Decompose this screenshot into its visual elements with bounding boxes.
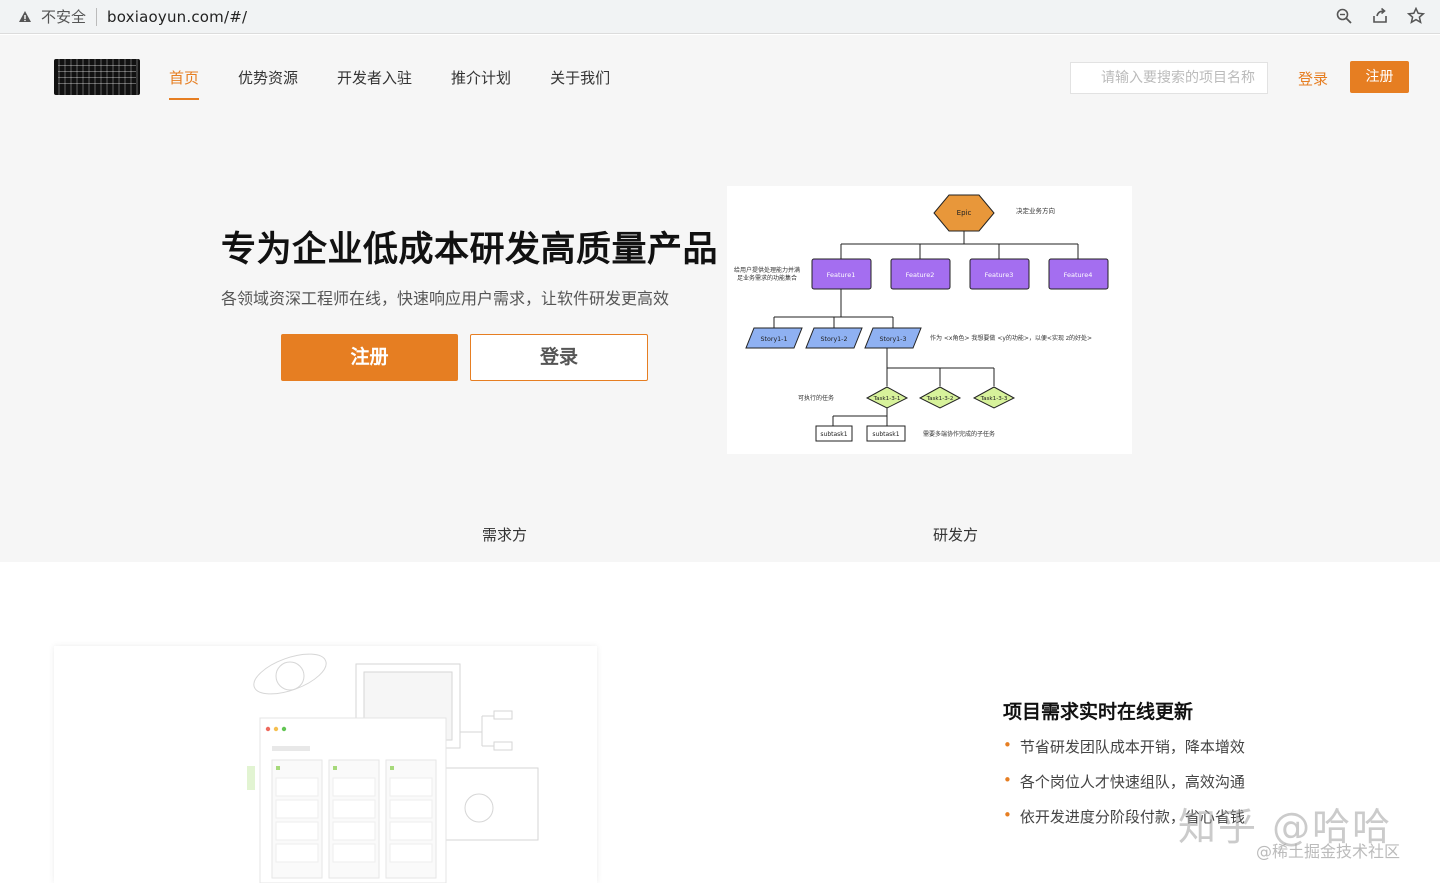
story-label-3: Story1-3 [880,336,907,343]
zoom-icon[interactable] [1334,6,1354,26]
url-divider [96,7,98,26]
nav-item-resources[interactable]: 优势资源 [238,67,298,100]
register-button-header[interactable]: 注册 [1350,61,1409,93]
hero-login-button[interactable]: 登录 [470,334,648,381]
feature-point: • 节省研发团队成本开销，降本增效 [1003,736,1245,771]
hero-register-button[interactable]: 注册 [281,334,458,381]
browser-address-bar: 不安全 boxiaoyun.com/#/ [0,0,1440,34]
nav-item-home[interactable]: 首页 [169,67,200,100]
feature-label-3: Feature3 [985,271,1014,279]
hero-title: 专为企业低成本研发高质量产品 [221,230,719,270]
feature-point-text: 各个岗位人才快速组队，高效沟通 [1019,773,1245,791]
feature-label-2: Feature2 [906,271,935,279]
tab-demand-side[interactable]: 需求方 [482,524,527,545]
watermark-sub: @稀土掘金技术社区 [1256,842,1401,861]
share-icon[interactable] [1370,6,1390,26]
bookmark-star-icon[interactable] [1406,6,1426,26]
login-link[interactable]: 登录 [1298,68,1328,89]
feature-note-line-2: 足业务需求的功能集合 [737,274,797,282]
subtask-label-2: subtask1 [872,431,899,438]
story-label-2: Story1-2 [821,336,848,343]
url-text[interactable]: boxiaoyun.com/#/ [107,8,247,26]
epic-note: 决定业务方向 [1016,206,1055,215]
tab-developer-side[interactable]: 研发方 [933,524,978,545]
nav-item-developer-join[interactable]: 开发者入驻 [337,67,412,100]
site-logo[interactable] [54,59,140,95]
bullet-dot: • [1003,771,1012,789]
story-label-1: Story1-1 [761,336,788,343]
project-search-input[interactable]: 请输入要搜索的项目名称 [1070,62,1268,94]
hero-subtitle: 各领域资深工程师在线，快速响应用户需求，让软件研发更高效 [221,289,670,308]
story-note: 作为 <x角色> 我想要做 <y的功能>，以便<实现 z的好处> [930,334,1092,342]
insecure-label[interactable]: 不安全 [41,6,86,27]
hero-section: 首页 优势资源 开发者入驻 推介计划 关于我们 请输入要搜索的项目名称 登录 注… [0,35,1440,562]
bullet-dot: • [1003,806,1012,824]
epic-label: Epic [957,209,972,217]
agile-hierarchy-diagram: Epic 决定业务方向 Feature1 Feature2 Feature3 F… [727,186,1132,454]
project-board-illustration [54,646,597,883]
nav-item-about[interactable]: 关于我们 [550,67,610,100]
browser-actions [1334,6,1426,26]
task-note: 可执行的任务 [798,394,834,402]
task-label-2: Task1-3-2 [926,396,954,402]
feature-point-text: 节省研发团队成本开销，降本增效 [1019,738,1245,756]
task-label-3: Task1-3-3 [980,396,1008,402]
feature-label-1: Feature1 [827,271,856,279]
subtask-note: 需要多端协作完成的子任务 [923,430,995,438]
bullet-dot: • [1003,736,1012,754]
nav-item-referral[interactable]: 推介计划 [451,67,511,100]
feature-label-4: Feature4 [1064,271,1093,279]
warning-icon[interactable] [18,10,32,24]
subtask-label-1: subtask1 [820,431,847,438]
feature-title: 项目需求实时在线更新 [1003,701,1194,723]
board-columns [271,759,437,879]
feature-note-line-1: 给用户提供处理能力并满 [734,266,800,274]
main-nav: 首页 优势资源 开发者入驻 推介计划 关于我们 [169,67,649,100]
task-label-1: Task1-3-1 [873,396,901,402]
